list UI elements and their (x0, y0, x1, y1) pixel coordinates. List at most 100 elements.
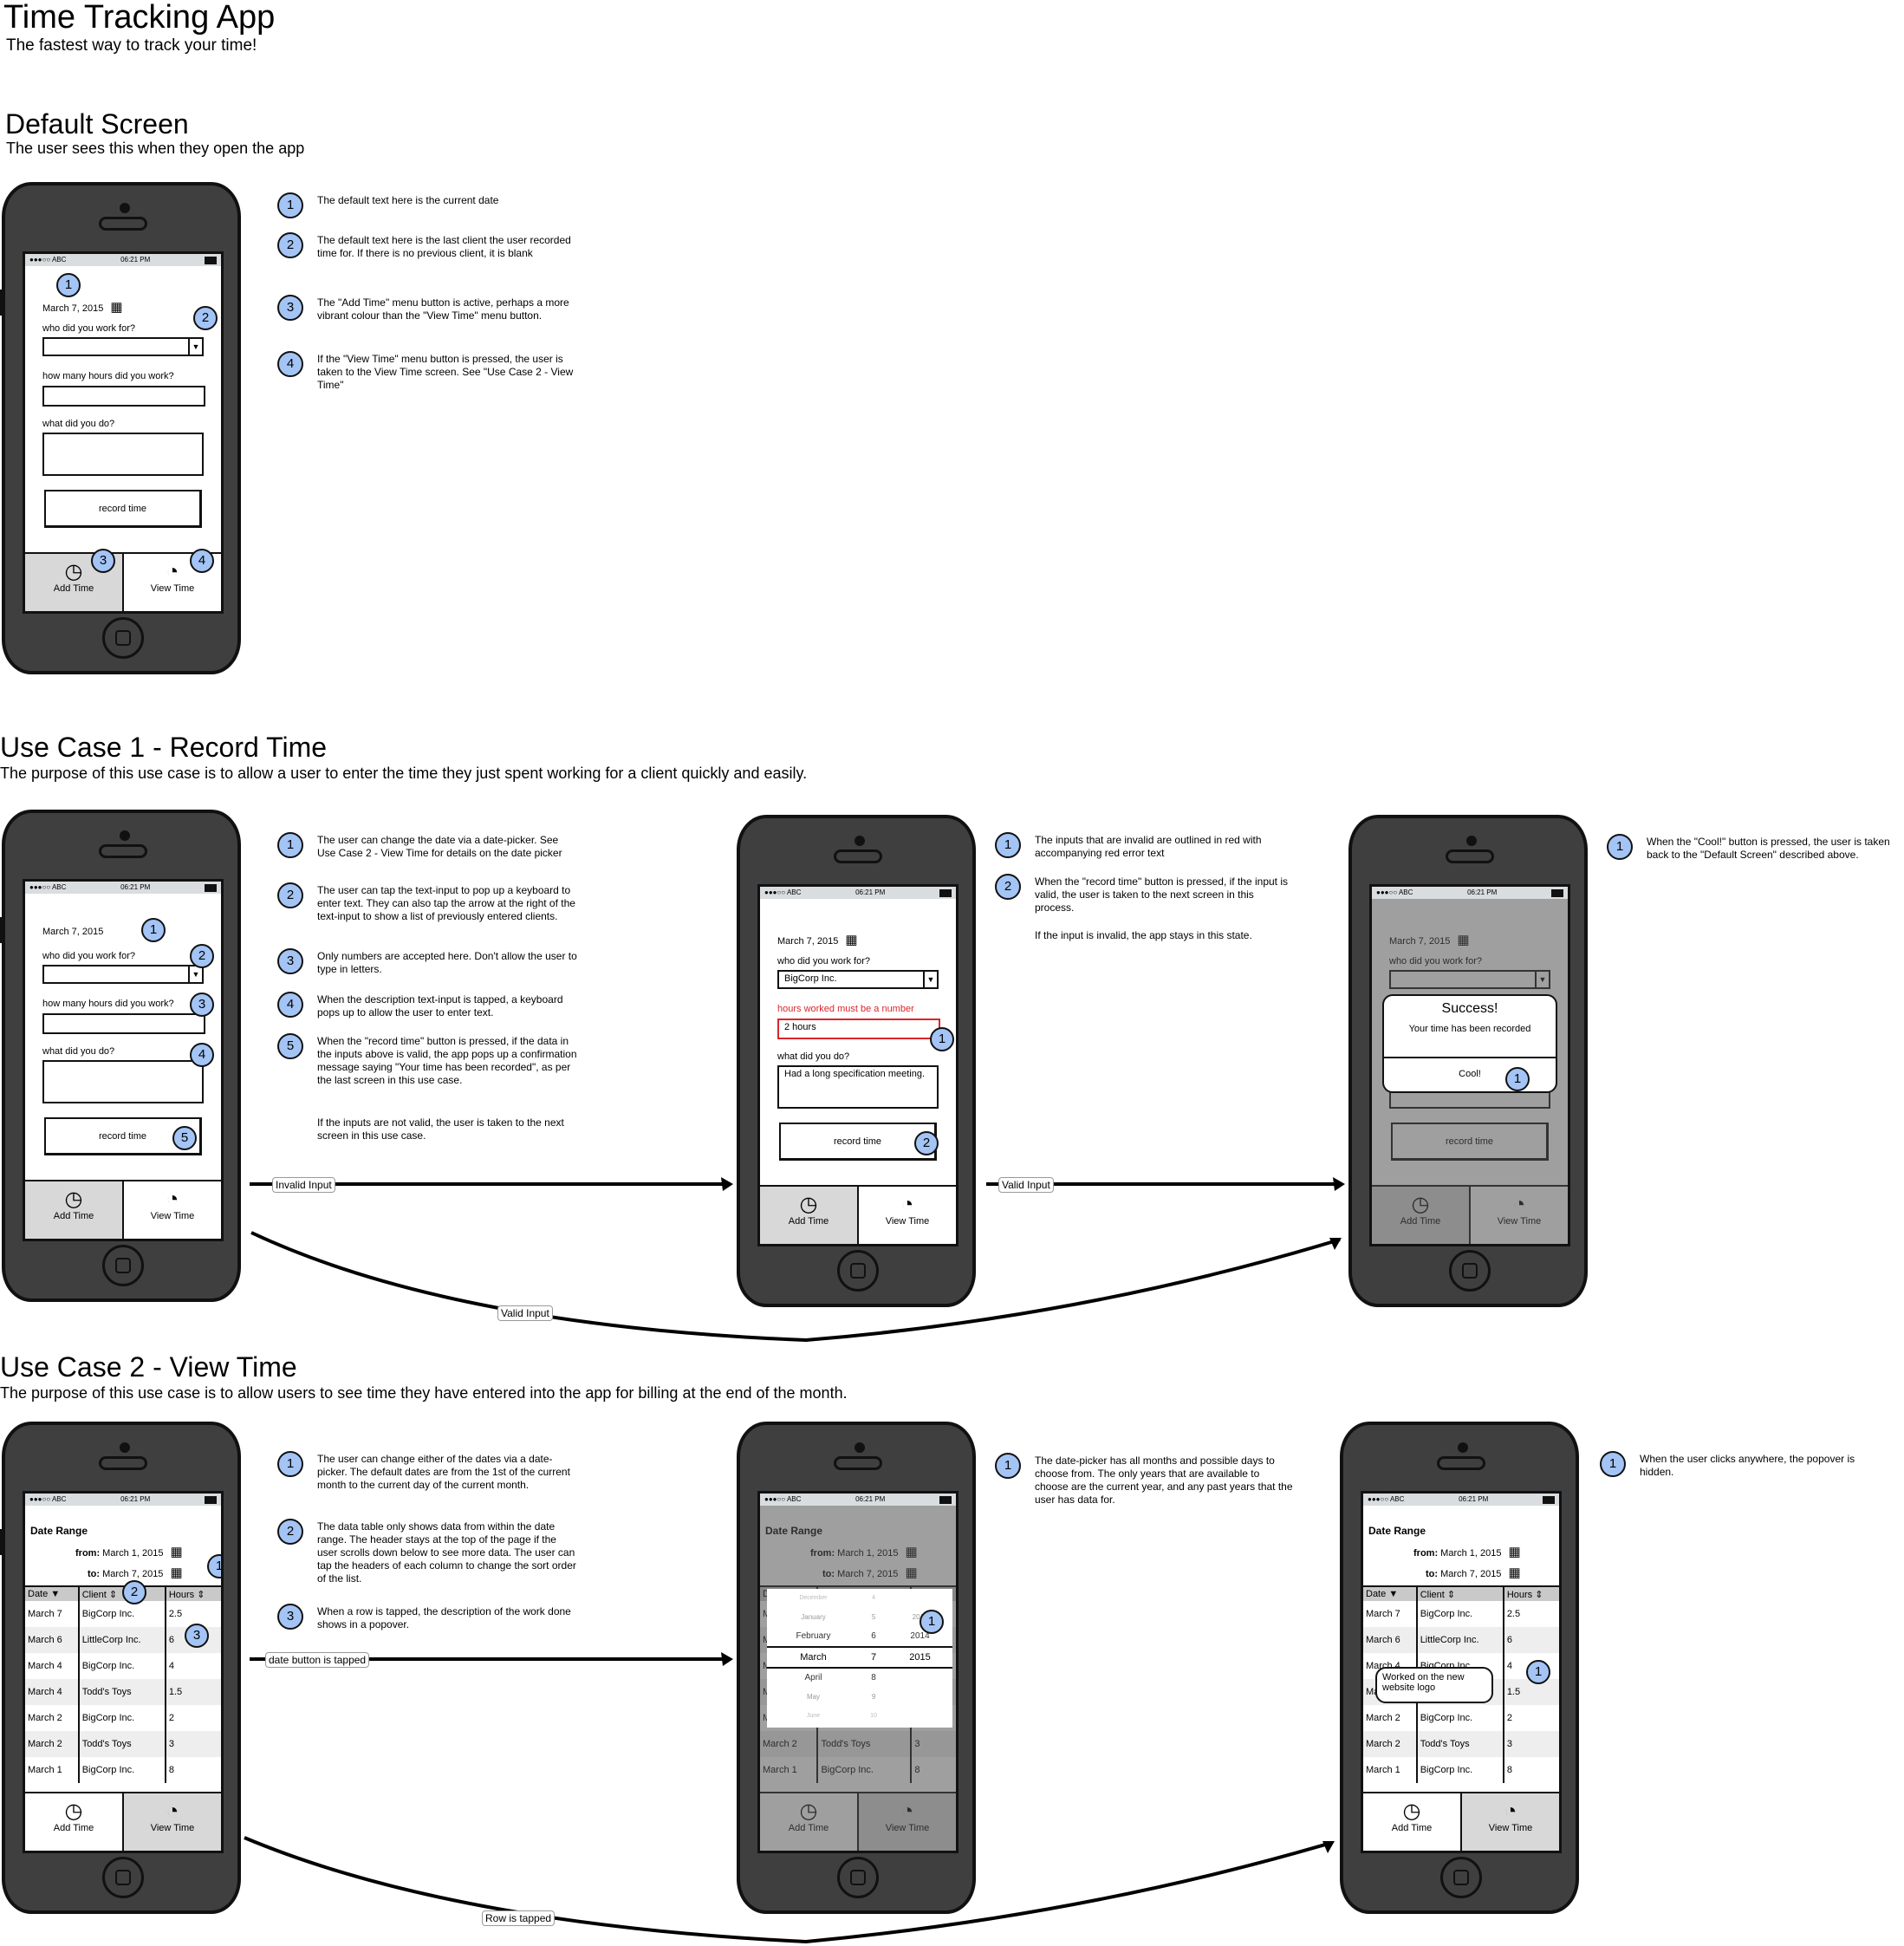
date-picker[interactable]: December January February March April Ma… (767, 1589, 952, 1728)
section-subtitle-uc2: The purpose of this use case is to allow… (0, 1384, 848, 1402)
sort-icon: ⇕ (108, 1589, 118, 1600)
tab-bar: ◷Add Time ◔View Time (25, 1792, 221, 1851)
tab-add-time[interactable]: ◷ Add Time (25, 1793, 124, 1851)
data-table: Date ▼ Client ⇕ Hours ⇕ March 7 BigCorp I… (25, 1585, 221, 1783)
note-badge: 3 (277, 1604, 303, 1630)
picker-month-column[interactable]: December January February March April Ma… (767, 1589, 860, 1728)
screen: ●●●○○ ABC06:21 PM Date Range from: March… (23, 1491, 224, 1853)
from-date[interactable]: from: March 1, 2015 ▦ (1413, 1544, 1521, 1559)
callout-badge-1: 1 (207, 1554, 221, 1578)
picker-columns: December January February March April Ma… (767, 1589, 952, 1728)
home-button (102, 1857, 144, 1898)
note-text: The user can change either of the dates … (317, 1453, 570, 1491)
arrow-valid-input-bottom (250, 1231, 1341, 1343)
picker-selected-day: 7 (860, 1646, 888, 1669)
battery-icon (204, 1496, 217, 1504)
speaker-icon (1437, 1456, 1485, 1470)
arrow-head (1322, 1841, 1335, 1853)
calendar-icon[interactable]: ▦ (171, 1544, 183, 1559)
table-row[interactable]: March 2 BigCorp Inc. 2 (25, 1705, 221, 1731)
tab-view-time[interactable]: ◔ View Time (124, 1793, 221, 1851)
column-header-hours[interactable]: Hours ⇕ (165, 1586, 221, 1601)
sort-down-icon: ▼ (50, 1589, 61, 1599)
camera-icon (120, 1442, 130, 1453)
to-date[interactable]: to: March 7, 2015 ▦ (1426, 1565, 1521, 1580)
table-row[interactable]: March 7 BigCorp Inc. 2.5 (1363, 1601, 1559, 1627)
description-popover: Worked on the new website logo (1375, 1667, 1493, 1703)
sort-icon: ⇕ (1535, 1589, 1543, 1600)
note-text: When the user clicks anywhere, the popov… (1640, 1453, 1855, 1478)
arrow-label-date-tapped: date button is tapped (265, 1652, 370, 1668)
arrow-label-valid-bottom: Valid Input (497, 1305, 553, 1321)
sort-icon: ⇕ (197, 1589, 205, 1600)
callout-badge-1: 1 (920, 1610, 944, 1634)
section-title-uc2: Use Case 2 - View Time (0, 1351, 297, 1383)
phone-uc2-list: ●●●○○ ABC 06:21 PM Date Range from: March… (0, 1422, 241, 1914)
picker-year-column[interactable]: 2013 2014 2015 (887, 1589, 952, 1728)
calendar-icon[interactable]: ▦ (1509, 1544, 1521, 1559)
arrow-head (721, 1177, 733, 1191)
clock-icon: ◷ (1402, 1800, 1421, 1823)
column-header-client[interactable]: Client ⇕ (1416, 1586, 1504, 1601)
to-date[interactable]: to: March 7, 2015 ▦ (88, 1565, 183, 1580)
calendar-icon[interactable]: ▦ (170, 1565, 182, 1580)
note-badge: 2 (277, 1519, 303, 1545)
home-button (837, 1857, 879, 1898)
pie-clock-icon: ◔ (1504, 1800, 1517, 1823)
camera-icon (855, 1442, 865, 1453)
from-date[interactable]: from: March 1, 2015 ▦ (75, 1544, 183, 1559)
table-row[interactable]: March 2 Todd's Toys 3 (1363, 1731, 1559, 1757)
table-row[interactable]: March 1 BigCorp Inc. 8 (1363, 1757, 1559, 1783)
note-text: When a row is tapped, the description of… (317, 1605, 571, 1630)
pie-clock-icon: ◔ (166, 1800, 179, 1823)
callout-badge-2: 2 (122, 1580, 146, 1604)
picker-day-column[interactable]: 4 5 6 7 8 9 10 (860, 1589, 888, 1728)
picker-selected-month: March (767, 1646, 860, 1669)
screen: ●●●○○ ABC06:21 PM Date Range from: March… (1361, 1491, 1562, 1853)
speaker-icon (834, 1456, 882, 1470)
arrow-label-invalid: Invalid Input (272, 1177, 335, 1193)
arrow-head (721, 1652, 733, 1666)
speaker-icon (99, 1456, 147, 1470)
side-button (0, 1529, 3, 1555)
table-row[interactable]: March 4 BigCorp Inc. 4 (25, 1653, 221, 1679)
table-row[interactable]: March 1 BigCorp Inc. 8 (25, 1757, 221, 1783)
camera-icon (1458, 1442, 1468, 1453)
date-range-title: Date Range (30, 1525, 88, 1537)
phone-uc2-popover: ●●●○○ ABC 06:21 PM Date Range from: March… (1340, 1422, 1579, 1914)
calendar-icon[interactable]: ▦ (1508, 1565, 1520, 1580)
status-bar: ●●●○○ ABC 06:21 PM (25, 1494, 221, 1506)
column-header-hours[interactable]: Hours ⇕ (1503, 1586, 1559, 1601)
note-badge: 1 (277, 1451, 303, 1477)
callout-badge-3: 3 (185, 1624, 209, 1648)
battery-icon (939, 1496, 952, 1504)
battery-icon (1542, 1496, 1555, 1504)
arrow-head (1333, 1177, 1345, 1191)
picker-selected-year: 2015 (887, 1646, 952, 1669)
table-row[interactable]: March 2 BigCorp Inc. 2 (1363, 1705, 1559, 1731)
status-bar: ●●●○○ ABC 06:21 PM (1363, 1494, 1559, 1506)
note-text: The data table only shows data from with… (317, 1520, 576, 1585)
arrow-label-valid-top: Valid Input (998, 1177, 1054, 1193)
arrow-label-row-tapped: Row is tapped (482, 1910, 556, 1926)
table-row[interactable]: March 2 Todd's Toys 3 (25, 1731, 221, 1757)
table-row[interactable]: March 6 LittleCorp Inc. 6 (1363, 1627, 1559, 1653)
sort-down-icon: ▼ (1388, 1589, 1399, 1599)
table-row[interactable]: March 7 BigCorp Inc. 2.5 (25, 1601, 221, 1627)
column-header-date[interactable]: Date ▼ (1363, 1586, 1418, 1601)
table-row[interactable]: March 4Todd's Toys1.5 (25, 1679, 221, 1705)
status-bar: ●●●○○ ABC 06:21 PM (760, 1494, 956, 1506)
callout-badge-1: 1 (1526, 1660, 1550, 1684)
clock-icon: ◷ (64, 1800, 83, 1823)
note-badge: 1 (1600, 1451, 1626, 1477)
screen: ●●●○○ ABC06:21 PM Date Range from: March… (757, 1491, 958, 1853)
note-badge: 1 (995, 1453, 1021, 1479)
tab-bar: ◷Add Time ◔View Time (1363, 1792, 1559, 1851)
sort-icon: ⇕ (1446, 1589, 1456, 1600)
tab-view-time[interactable]: ◔ View Time (1462, 1793, 1559, 1851)
column-header-date[interactable]: Date ▼ (25, 1586, 80, 1601)
date-range-title: Date Range (1368, 1525, 1426, 1537)
tab-add-time[interactable]: ◷ Add Time (1363, 1793, 1462, 1851)
home-button (1440, 1857, 1482, 1898)
phone-uc2-picker: ●●●○○ ABC06:21 PM Date Range from: March… (737, 1422, 976, 1914)
